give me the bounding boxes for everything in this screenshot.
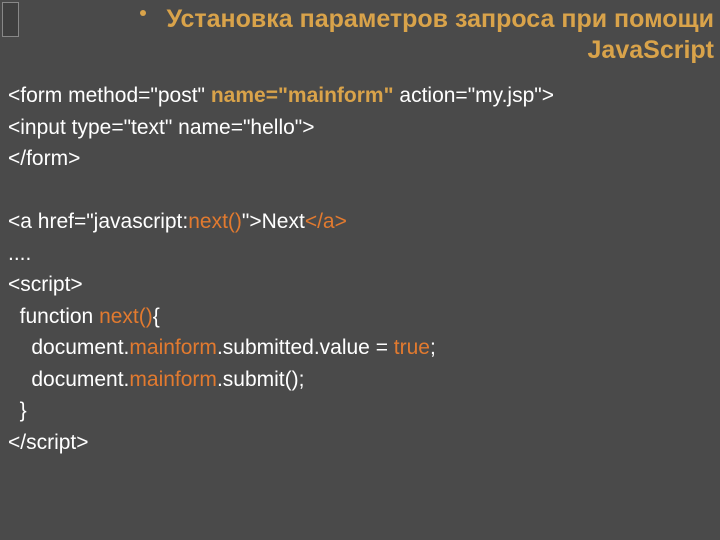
code-highlight: next() xyxy=(99,305,153,328)
code-text: ; xyxy=(430,336,436,359)
title-bullet-icon xyxy=(140,10,146,16)
code-highlight: mainform xyxy=(129,368,217,391)
code-block: <form method="post" name="mainform" acti… xyxy=(8,80,712,458)
code-text: action="my.jsp"> xyxy=(394,84,554,107)
code-line-10: document.mainform.submit(); xyxy=(8,368,304,391)
code-text: ">Next xyxy=(242,210,305,233)
code-line-2: <input type="text" name="hello"> xyxy=(8,116,315,139)
slide: Установка параметров запроса при помощи … xyxy=(0,0,720,540)
code-line-5: <a href="javascript:next()">Next</a> xyxy=(8,210,347,233)
code-line-6: .... xyxy=(8,242,31,265)
code-text: function xyxy=(8,305,99,328)
code-text: .submit(); xyxy=(217,368,305,391)
code-line-8: function next(){ xyxy=(8,305,160,328)
code-text: { xyxy=(153,305,160,328)
corner-decoration xyxy=(2,2,19,37)
code-highlight: mainform xyxy=(129,336,217,359)
code-text: document. xyxy=(8,368,129,391)
code-line-3: </form> xyxy=(8,147,80,170)
code-highlight: name="mainform" xyxy=(211,84,394,107)
slide-title: Установка параметров запроса при помощи … xyxy=(150,4,714,67)
code-line-1: <form method="post" name="mainform" acti… xyxy=(8,84,554,107)
code-line-12: </script> xyxy=(8,431,89,454)
code-text: .submitted.value = xyxy=(217,336,394,359)
code-highlight: next() xyxy=(188,210,242,233)
code-line-7: <script> xyxy=(8,273,83,296)
code-text: document. xyxy=(8,336,129,359)
code-line-11: } xyxy=(8,399,27,422)
code-text: <a href="javascript: xyxy=(8,210,188,233)
code-line-9: document.mainform.submitted.value = true… xyxy=(8,336,436,359)
code-text: <form method="post" xyxy=(8,84,211,107)
code-highlight: </a> xyxy=(305,210,347,233)
code-highlight: true xyxy=(394,336,430,359)
